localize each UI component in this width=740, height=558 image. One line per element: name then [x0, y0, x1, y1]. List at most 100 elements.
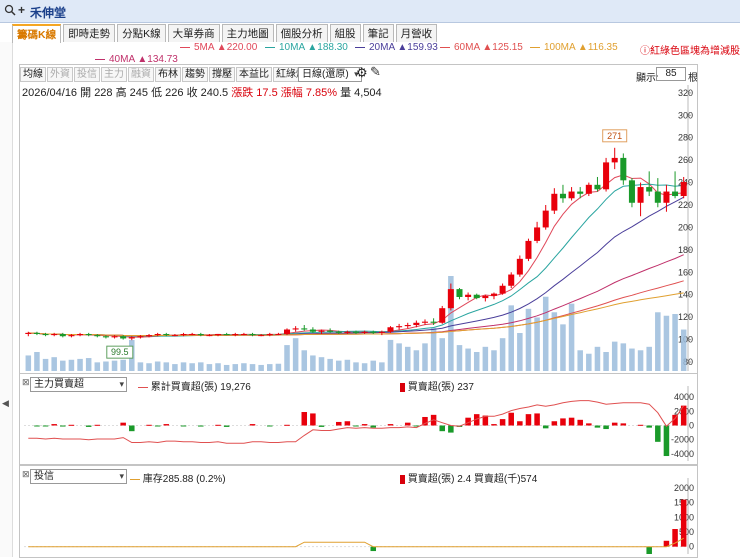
candle-body [68, 335, 75, 337]
volume-bar [620, 343, 627, 371]
add-icon[interactable]: + [18, 3, 25, 17]
net-bar [353, 425, 359, 427]
candle-body [387, 327, 394, 332]
volume-bar [241, 363, 247, 371]
volume-bar [404, 346, 411, 371]
candle-body [352, 331, 360, 333]
y-tick-label: -2000 [671, 435, 694, 445]
net-bar [603, 425, 609, 430]
tab-8[interactable]: 月營收 [395, 24, 438, 42]
net-bar [310, 413, 316, 426]
trust-chart[interactable]: 2000150010005000 [20, 466, 697, 557]
tab-bar: 籌碼K線 即時走勢 分點K線 大單券商 主力地圖 個股分析 組股 筆記 月營收 [12, 24, 439, 43]
candle-body [508, 274, 515, 286]
tab-0[interactable]: 籌碼K線 [12, 24, 62, 43]
volume-bar [353, 362, 359, 371]
candle-body [611, 157, 618, 163]
volume-bar [594, 346, 601, 371]
candle-body [292, 328, 299, 330]
title-bar: + 禾伸堂 [0, 0, 740, 23]
net-bar [646, 425, 652, 428]
tab-3[interactable]: 大單券商 [167, 24, 220, 42]
net-bar [499, 419, 506, 426]
volume-bar [663, 315, 670, 371]
net-bar [370, 546, 377, 552]
candle-body [361, 331, 368, 333]
net-bar [534, 413, 540, 426]
ma-value: ▲125.15 [482, 42, 523, 53]
candle-body [499, 285, 506, 294]
candle-body [215, 333, 222, 336]
candle-body [25, 332, 32, 334]
color-note[interactable]: ⓘ紅綠色區塊為增減股 [640, 42, 740, 57]
net-bar [361, 424, 368, 426]
candle-body [266, 333, 273, 336]
volume-bar [413, 350, 420, 371]
trust-panel[interactable]: 投信 ⊠ 庫存285.88 (0.2%) 買賣超(張) 2.4 買賣超(千)57… [19, 465, 698, 558]
net-bar [611, 422, 618, 426]
candle-body [370, 331, 377, 333]
candle-body [542, 210, 549, 228]
candle-body [189, 333, 196, 335]
ma-value: ▲188.30 [307, 42, 348, 53]
price-chart-panel[interactable]: 8010012014016018020022024026028030032027… [19, 64, 698, 374]
ma-value: ▲159.93 [397, 42, 438, 53]
candle-body [258, 335, 265, 337]
ma-line-swatch [530, 46, 540, 48]
net-bar [663, 425, 670, 457]
tab-6[interactable]: 組股 [329, 24, 361, 42]
net-bar [637, 424, 644, 426]
ma20-line [28, 196, 684, 337]
volume-bar [655, 312, 661, 371]
tab-1[interactable]: 即時走勢 [63, 24, 116, 42]
net-bar [404, 422, 411, 426]
net-bar [594, 425, 601, 428]
volume-bar [629, 348, 635, 371]
net-bar [568, 417, 575, 426]
candle-body [551, 193, 558, 211]
ma-legend-item: 5MA ▲220.00 [180, 42, 257, 53]
candle-body [223, 333, 230, 336]
candle-body [585, 184, 592, 194]
inventory-line [28, 537, 684, 548]
candle-body [309, 329, 316, 332]
candle-body [94, 335, 101, 337]
volume-bar [172, 364, 178, 371]
candle-body [301, 328, 308, 330]
volume-bar [387, 339, 394, 371]
candle-body [654, 191, 661, 203]
tab-4[interactable]: 主力地圖 [221, 24, 274, 42]
y-tick-label: 2000 [674, 483, 694, 493]
tab-7[interactable]: 筆記 [362, 24, 394, 42]
candle-body [482, 295, 489, 299]
tab-2[interactable]: 分點K線 [117, 24, 166, 42]
volume-bar [198, 362, 204, 371]
candle-body [137, 336, 144, 338]
volume-bar [60, 360, 66, 371]
price-chart[interactable]: 8010012014016018020022024026028030032027… [20, 65, 697, 373]
volume-bar [344, 359, 351, 371]
net-bar [94, 424, 101, 426]
net-bar [42, 425, 49, 427]
volume-bar [120, 359, 126, 371]
net-bar [370, 425, 377, 428]
volume-bar [94, 362, 101, 371]
candle-body [85, 333, 92, 336]
volume-bar [560, 324, 566, 371]
ma-label: 5MA [194, 42, 215, 53]
net-bar [655, 425, 661, 442]
ma-label: 100MA [544, 42, 576, 53]
candle-body [421, 321, 429, 323]
candle-body [672, 191, 679, 197]
volume-bar [508, 305, 514, 371]
candle-body [663, 191, 670, 203]
main-force-panel[interactable]: 主力買賣超 ⊠ 累計買賣超(張) 19,276 買賣超(張) 237 40002… [19, 373, 698, 465]
main-force-chart[interactable]: 400020000-2000-4000 [20, 374, 697, 464]
candle-body [249, 333, 256, 336]
left-sidebar-handle[interactable]: ◀ [0, 42, 13, 557]
net-bar [560, 418, 566, 426]
y-tick-label: -4000 [671, 449, 694, 459]
tab-5[interactable]: 個股分析 [275, 24, 328, 42]
magnifier-icon[interactable] [4, 4, 16, 19]
collapse-left-icon[interactable]: ◀ [2, 398, 9, 409]
